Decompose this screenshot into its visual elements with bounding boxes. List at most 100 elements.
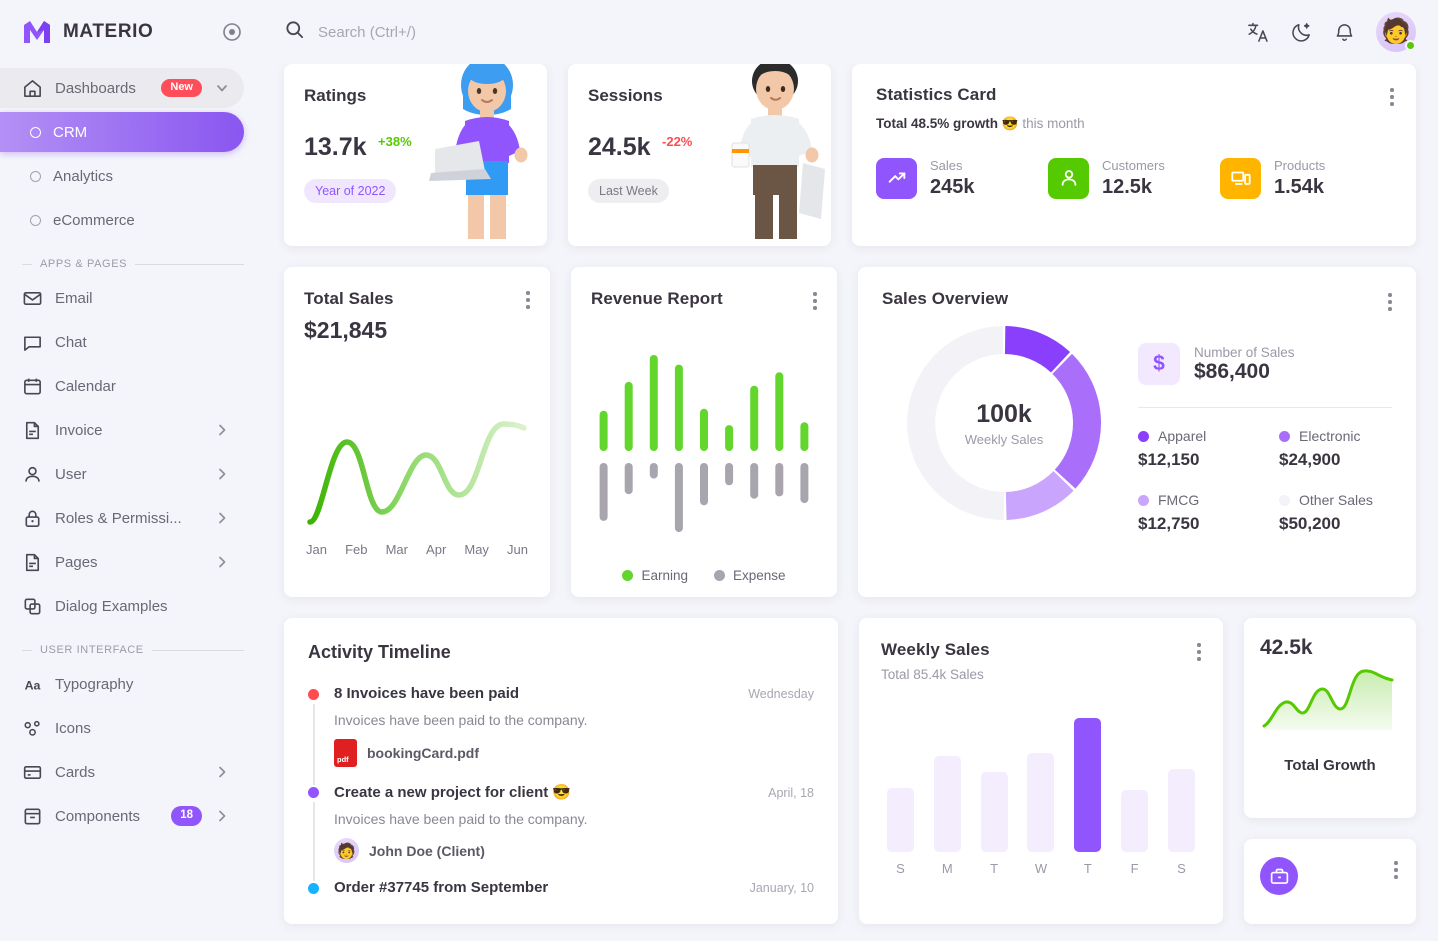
revenue-report-menu-button[interactable] xyxy=(813,292,817,310)
total-sales-menu-button[interactable] xyxy=(526,291,530,309)
search-bar[interactable] xyxy=(284,19,1233,45)
sidebar-item-label: Roles & Permissi... xyxy=(55,509,182,527)
sales-overview-menu-button[interactable] xyxy=(1388,293,1392,311)
card-title: Ratings xyxy=(304,86,367,105)
sidebar-item-roles-permissions[interactable]: Roles & Permissi... xyxy=(0,498,244,538)
sidebar-item-chat[interactable]: Chat xyxy=(0,322,244,362)
card-icon xyxy=(22,762,43,783)
briefcase-card xyxy=(1244,839,1416,924)
stat-item-customers: Customers 12.5k xyxy=(1048,157,1220,199)
timeline-item-header: Order #37745 from September January, 10 xyxy=(334,879,814,896)
legend-label: FMCG xyxy=(1158,492,1200,508)
calendar-icon xyxy=(22,376,43,397)
card-title: Total Sales xyxy=(304,289,394,308)
client-avatar: 🧑 xyxy=(334,838,359,863)
statistics-subtitle: Total 48.5% growth 😎 this month xyxy=(876,116,1392,132)
lock-icon xyxy=(22,508,43,529)
sidebar-item-cards[interactable]: Cards xyxy=(0,752,244,792)
chevron-right-icon xyxy=(214,554,230,570)
legend-header: Apparel xyxy=(1138,428,1251,444)
sidebar-item-dashboards[interactable]: Dashboards New xyxy=(0,68,244,108)
briefcase-card-menu-button[interactable] xyxy=(1394,861,1398,879)
person-icon xyxy=(22,464,43,485)
row-charts: Total Sales $21,845 Jan Feb Mar Apr May … xyxy=(284,267,1416,597)
sessions-card: Sessions 24.5k -22% Last Week xyxy=(568,64,831,246)
circle-dot-pin-icon[interactable] xyxy=(222,22,242,42)
bell-icon[interactable] xyxy=(1333,21,1356,44)
sidebar-group-user-interface: USER INTERFACE xyxy=(0,644,260,656)
timeline-item[interactable]: 8 Invoices have been paid Wednesday Invo… xyxy=(308,685,814,785)
legend-item-fmcg: FMCG $12,750 xyxy=(1138,492,1251,534)
sidebar-item-typography[interactable]: Aa Typography xyxy=(0,664,244,704)
sidebar-nav: Dashboards New CRM Analytics eCommerce A… xyxy=(0,68,260,836)
total-growth-value: 42.5k xyxy=(1260,636,1313,659)
sidebar-item-invoice[interactable]: Invoice xyxy=(0,410,244,450)
timeline-item[interactable]: Order #37745 from September January, 10 xyxy=(308,879,814,912)
row-kpi: Ratings 13.7k +38% Year of 2022 Sessions… xyxy=(284,64,1416,246)
number-of-sales-value: $86,400 xyxy=(1194,359,1270,383)
timeline-item-header: Create a new project for client 😎 April,… xyxy=(334,783,814,801)
stat-label: Products xyxy=(1274,158,1326,173)
timeline-item-attachment[interactable]: bookingCard.pdf xyxy=(367,745,479,761)
sidebar-item-user[interactable]: User xyxy=(0,454,244,494)
stat-value: 245k xyxy=(930,176,975,198)
axis-tick-label: T xyxy=(990,861,999,876)
weekly-sales-subtitle: Total 85.4k Sales xyxy=(881,667,984,682)
weekly-sales-x-axis: SMTWTFS xyxy=(881,852,1201,876)
legend-label: Earning xyxy=(641,568,688,583)
online-status-dot xyxy=(1405,40,1416,51)
weekly-sales-menu-button[interactable] xyxy=(1197,643,1201,661)
translate-icon[interactable] xyxy=(1247,21,1270,44)
weekly-sales-bar xyxy=(1121,790,1149,852)
axis-tick-label: Apr xyxy=(426,542,447,557)
stat-label: Sales xyxy=(930,158,963,173)
statistics-period-text: this month xyxy=(1022,116,1085,131)
legend-header: Electronic xyxy=(1279,428,1392,444)
sidebar-item-icons[interactable]: Icons xyxy=(0,708,244,748)
legend-swatch xyxy=(1279,494,1290,506)
legend-value: $12,150 xyxy=(1138,450,1200,469)
ratings-card: Ratings 13.7k +38% Year of 2022 xyxy=(284,64,547,246)
sessions-delta: -22% xyxy=(662,134,693,149)
statistics-card-menu-button[interactable] xyxy=(1390,88,1394,106)
moon-dark-mode-icon[interactable] xyxy=(1290,21,1313,44)
revenue-report-card: Revenue Report Earning Expense xyxy=(571,267,837,597)
total-sales-x-axis: Jan Feb Mar Apr May Jun xyxy=(304,536,530,557)
axis-tick-label: Jun xyxy=(507,542,528,557)
sidebar-item-analytics[interactable]: Analytics xyxy=(0,156,244,196)
sidebar-item-components[interactable]: Components 18 xyxy=(0,796,244,836)
sidebar-item-pages[interactable]: Pages xyxy=(0,542,244,582)
sidebar-item-crm[interactable]: CRM xyxy=(0,112,244,152)
sidebar-item-label: Dialog Examples xyxy=(55,597,168,615)
sales-overview-card: Sales Overview 100k Weekly Sales $ Numbe… xyxy=(858,267,1416,597)
sidebar-item-label: eCommerce xyxy=(53,211,135,229)
number-of-sales-text: Number of Sales $86,400 xyxy=(1194,345,1295,384)
typography-aa-icon: Aa xyxy=(22,674,43,695)
sidebar-item-label: Calendar xyxy=(55,377,116,395)
legend-header: Other Sales xyxy=(1279,492,1392,508)
stat-text: Customers 12.5k xyxy=(1102,157,1165,199)
chevron-right-icon xyxy=(214,422,230,438)
weekly-sales-bar xyxy=(1167,769,1195,852)
trending-up-icon xyxy=(876,157,917,199)
donut-center-value: 100k xyxy=(976,399,1032,428)
stat-value: 12.5k xyxy=(1102,176,1153,198)
ratings-value-row: 13.7k +38% xyxy=(304,133,527,162)
right-column: 42.5k Total Growth xyxy=(1244,618,1416,924)
timeline-item-time: Wednesday xyxy=(748,687,814,701)
stat-item-sales: Sales 245k xyxy=(876,157,1048,199)
timeline-item[interactable]: Create a new project for client 😎 April,… xyxy=(308,783,814,881)
sidebar-item-calendar[interactable]: Calendar xyxy=(0,366,244,406)
timeline-item-time: April, 18 xyxy=(768,786,814,800)
search-input[interactable] xyxy=(318,23,658,41)
sidebar-item-label: Dashboards xyxy=(55,79,136,97)
sidebar-item-email[interactable]: Email xyxy=(0,278,244,318)
sidebar-item-dialog-examples[interactable]: Dialog Examples xyxy=(0,586,244,626)
sidebar-item-label: Chat xyxy=(55,333,87,351)
sidebar-item-ecommerce[interactable]: eCommerce xyxy=(0,200,244,240)
weekly-sales-bar xyxy=(887,788,914,852)
avatar[interactable]: 🧑 xyxy=(1376,12,1416,52)
chevron-right-icon xyxy=(214,764,230,780)
legend-item-earning: Earning xyxy=(622,568,688,583)
timeline-item-header: 8 Invoices have been paid Wednesday xyxy=(334,685,814,702)
